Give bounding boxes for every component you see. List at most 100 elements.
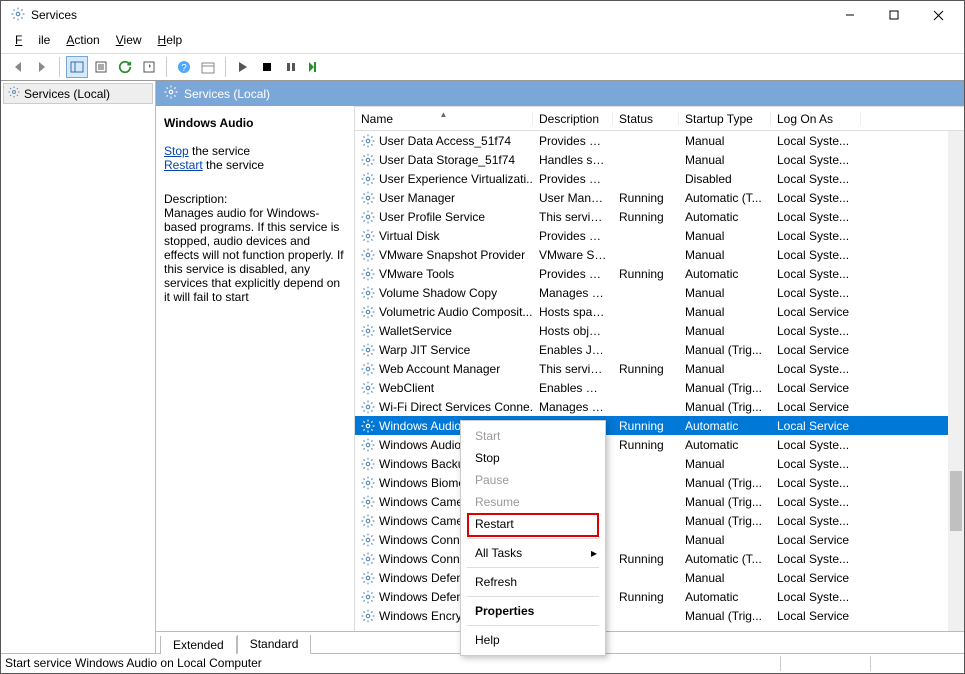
row-desc: Manages an... [533,286,613,300]
table-row[interactable]: Windows Audio EnRunningAutomaticLocal Sy… [355,435,964,454]
tab-extended[interactable]: Extended [160,636,237,654]
row-logon: Local Syste... [771,552,861,566]
row-logon: Local Service [771,533,861,547]
table-row[interactable]: Windows EncrypticManual (Trig...Local Se… [355,606,964,625]
minimize-button[interactable] [828,1,872,29]
row-status: Running [613,590,679,604]
table-row[interactable]: VMware Snapshot ProviderVMware Sn...Manu… [355,245,964,264]
col-logon[interactable]: Log On As [771,112,861,126]
row-startup: Manual [679,286,771,300]
table-row[interactable]: Windows ConnectManualLocal Service [355,530,964,549]
pause-service-button[interactable] [280,56,302,78]
nav-tree: Services (Local) [1,81,156,653]
restart-service-button[interactable] [304,56,326,78]
restart-service-link[interactable]: Restart [164,158,203,172]
row-logon: Local Syste... [771,514,861,528]
menu-action[interactable]: Action [58,31,107,51]
col-description[interactable]: Description [533,112,613,126]
row-status: Running [613,438,679,452]
row-startup: Manual (Trig... [679,476,771,490]
properties-button[interactable] [90,56,112,78]
service-gear-icon [361,457,375,471]
scrollbar-thumb[interactable] [950,471,962,531]
row-startup: Automatic [679,267,771,281]
table-row[interactable]: Windows Camera FManual (Trig...Local Sys… [355,492,964,511]
row-name: User Manager [379,191,455,205]
ctx-help[interactable]: Help [461,629,605,651]
row-startup: Manual (Trig... [679,609,771,623]
table-row[interactable]: Windows Camera FManual (Trig...Local Sys… [355,511,964,530]
row-logon: Local Syste... [771,229,861,243]
table-row[interactable]: Volume Shadow CopyManages an...ManualLoc… [355,283,964,302]
service-gear-icon [361,400,375,414]
nav-services-local[interactable]: Services (Local) [3,83,153,104]
table-row[interactable]: Windows BiometricManual (Trig...Local Sy… [355,473,964,492]
table-row[interactable]: Windows DefenderManualLocal Service [355,568,964,587]
row-status: Running [613,552,679,566]
calendar-icon[interactable] [197,56,219,78]
row-startup: Manual [679,229,771,243]
row-desc: Provides m... [533,229,613,243]
table-row[interactable]: Warp JIT ServiceEnables JIT ...Manual (T… [355,340,964,359]
ctx-resume: Resume [461,491,605,513]
row-name: Windows Audio [379,419,461,433]
stop-service-button[interactable] [256,56,278,78]
table-row[interactable]: User Data Access_51f74Provides ap...Manu… [355,131,964,150]
table-row[interactable]: User Profile ServiceThis service ...Runn… [355,207,964,226]
col-name[interactable]: Name▲ [355,112,533,126]
ctx-all-tasks[interactable]: All Tasks▸ [461,542,605,564]
service-gear-icon [361,191,375,205]
menu-file[interactable]: File [7,31,58,51]
menu-view[interactable]: View [108,31,150,51]
table-row[interactable]: Volumetric Audio Composit...Hosts spatia… [355,302,964,321]
menu-help[interactable]: Help [150,31,191,51]
table-row[interactable]: Windows DefenderRunningAutomaticLocal Sy… [355,587,964,606]
row-desc: Handles sto... [533,153,613,167]
table-row[interactable]: Web Account ManagerThis service ...Runni… [355,359,964,378]
export-button[interactable] [138,56,160,78]
start-service-button[interactable] [232,56,254,78]
scrollbar[interactable] [948,131,964,631]
ctx-stop[interactable]: Stop [461,447,605,469]
table-row[interactable]: User Experience Virtualizati...Provides … [355,169,964,188]
refresh-button[interactable] [114,56,136,78]
row-startup: Manual (Trig... [679,400,771,414]
table-row[interactable]: WebClientEnables Win...Manual (Trig...Lo… [355,378,964,397]
table-row[interactable]: Windows ConnectiRunningAutomatic (T...Lo… [355,549,964,568]
row-logon: Local Syste... [771,134,861,148]
table-row[interactable]: User ManagerUser Manag...RunningAutomati… [355,188,964,207]
table-row[interactable]: Wi-Fi Direct Services Conne...Manages co… [355,397,964,416]
table-row[interactable]: Virtual Disk Provides m... ManualLocal Sys… [355,226,964,245]
forward-button[interactable] [31,56,53,78]
table-row[interactable]: VMware ToolsProvides su...RunningAutomat… [355,264,964,283]
row-startup: Automatic [679,438,771,452]
row-name: User Experience Virtualizati... [379,172,533,186]
ctx-refresh[interactable]: Refresh [461,571,605,593]
row-name: Virtual Disk [379,229,439,243]
row-logon: Local Syste... [771,286,861,300]
row-logon: Local Syste... [771,153,861,167]
help-button[interactable]: ? [173,56,195,78]
table-row[interactable]: WalletServiceHosts objec...ManualLocal S… [355,321,964,340]
col-startup[interactable]: Startup Type [679,112,771,126]
table-row[interactable]: Windows BackupManualLocal Syste... [355,454,964,473]
table-row[interactable]: User Data Storage_51f74Handles sto...Man… [355,150,964,169]
maximize-button[interactable] [872,1,916,29]
back-button[interactable] [7,56,29,78]
ctx-pause: Pause [461,469,605,491]
row-name: Web Account Manager [379,362,500,376]
service-list: Name▲ Description Status Startup Type Lo… [354,106,964,631]
service-gear-icon [361,248,375,262]
show-hide-tree-button[interactable] [66,56,88,78]
stop-service-link[interactable]: Stop [164,144,189,158]
row-logon: Local Syste... [771,248,861,262]
table-row[interactable]: Windows AudioRunningAutomaticLocal Servi… [355,416,964,435]
col-status[interactable]: Status [613,112,679,126]
row-desc: Hosts spatia... [533,305,613,319]
close-button[interactable] [916,1,960,29]
service-gear-icon [361,362,375,376]
ctx-properties[interactable]: Properties [461,600,605,622]
submenu-arrow-icon: ▸ [591,546,597,560]
ctx-restart[interactable]: Restart [461,513,605,535]
tab-standard[interactable]: Standard [237,635,312,654]
